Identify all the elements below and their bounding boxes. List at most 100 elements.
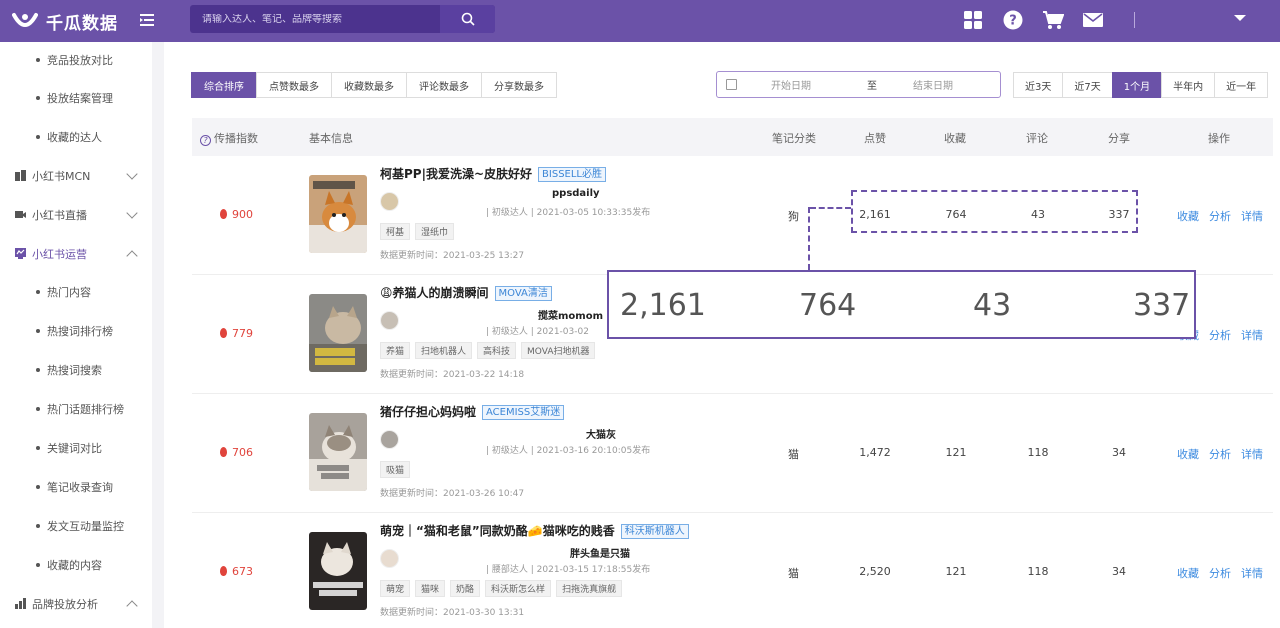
sidebar-item-saved-kols[interactable]: 收藏的达人 [0,117,152,156]
detail-link[interactable]: 详情 [1241,327,1263,343]
avatar[interactable] [380,311,399,330]
tab-sort-likes[interactable]: 点赞数最多 [256,72,332,98]
favorites-count: 121 [945,565,967,578]
note-title[interactable]: 萌宠｜“猫和老鼠”同款奶酪🧀猫咪吃的贱香 科沃斯机器人 [380,522,689,539]
tab-sort-comments[interactable]: 评论数最多 [406,72,482,98]
sidebar-item-note-index[interactable]: 笔记收录查询 [0,467,152,506]
sidebar-item-campaign-manage[interactable]: 投放结案管理 [0,78,152,117]
flame-icon [220,566,227,576]
date-range-picker[interactable]: 开始日期 至 结束日期 [716,71,1001,98]
author-name[interactable]: 大猫灰 [586,426,616,441]
author-name[interactable]: 胖头鱼是只猫 [570,545,630,560]
analyze-link[interactable]: 分析 [1209,208,1231,224]
zoom-shares: 337 [1133,288,1191,323]
sidebar-item-hot-search-rank[interactable]: 热搜词排行榜 [0,311,152,350]
sidebar-item-hot-content[interactable]: 热门内容 [0,272,152,311]
favorite-link[interactable]: 收藏 [1177,208,1199,224]
note-thumbnail[interactable] [309,294,367,372]
apps-icon[interactable] [962,9,984,31]
sidebar-item-saved-content[interactable]: 收藏的内容 [0,545,152,584]
avatar[interactable] [380,192,399,211]
note-thumbnail[interactable] [309,175,367,253]
analyze-link[interactable]: 分析 [1209,446,1231,462]
header-divider [1134,12,1135,28]
cart-icon[interactable] [1042,9,1064,31]
brand-tag[interactable]: MOVA清洁 [494,286,552,301]
menu-toggle-icon[interactable] [138,11,156,29]
sidebar-item-competitor-compare[interactable]: 竞品投放对比 [0,40,152,79]
search-input[interactable] [190,13,440,25]
detail-link[interactable]: 详情 [1241,208,1263,224]
sidebar-item-interaction-monitor[interactable]: 发文互动量监控 [0,506,152,545]
tag[interactable]: 扫地机器人 [415,342,473,359]
tag[interactable]: 科沃斯怎么样 [485,580,552,597]
sidebar-group-brand-analysis[interactable]: 品牌投放分析 [0,584,152,623]
tab-period-7d[interactable]: 近7天 [1062,72,1113,98]
row-actions: 收藏 分析 详情 [1177,208,1263,224]
note-title[interactable]: 猪仔仔担心妈妈啦 ACEMISS艾斯迷 [380,403,565,420]
sidebar-group-operations[interactable]: 小红书运营 [0,234,152,273]
tag[interactable]: MOVA扫地机器 [521,342,596,359]
detail-link[interactable]: 详情 [1241,565,1263,581]
favorite-link[interactable]: 收藏 [1177,565,1199,581]
sidebar-item-hot-search[interactable]: 热搜词搜索 [0,350,152,389]
tag[interactable]: 湿纸巾 [415,223,455,240]
tag[interactable]: 猫咪 [415,580,446,597]
row-actions: 收藏 分析 详情 [1177,565,1263,581]
shares-count: 34 [1112,565,1126,578]
end-date-input[interactable]: 结束日期 [913,77,953,92]
analyze-link[interactable]: 分析 [1209,565,1231,581]
favorites-count: 121 [945,446,967,459]
chevron-down-icon [126,207,138,219]
sidebar-group-mcn[interactable]: 小红书MCN [0,156,152,195]
tag[interactable]: 柯基 [380,223,411,240]
author-name[interactable]: 搅菜momom [538,307,603,322]
search-button[interactable] [440,5,495,33]
sidebar-item-keyword-compare[interactable]: 关键词对比 [0,428,152,467]
sidebar-item-hot-topic-rank[interactable]: 热门话题排行榜 [0,389,152,428]
tag[interactable]: 扫拖洗真旗舰 [556,580,623,597]
avatar[interactable] [380,549,399,568]
brand-tag[interactable]: 科沃斯机器人 [620,524,689,539]
tag[interactable]: 奶酪 [450,580,481,597]
highlight-box [851,190,1138,233]
tab-period-1y[interactable]: 近一年 [1214,72,1269,98]
brand-tag[interactable]: BISSELL必胜 [538,167,606,182]
tag[interactable]: 吸猫 [380,461,411,478]
header-index[interactable]: ? 传播指数 [200,130,258,146]
tag[interactable]: 养猫 [380,342,411,359]
start-date-input[interactable]: 开始日期 [771,77,851,92]
tab-period-6m[interactable]: 半年内 [1161,72,1216,98]
tag-list: 养猫 扫地机器人 高科技 MOVA扫地机器 [380,342,596,359]
table-row: 673 萌宠｜“猫和老鼠”同款奶酪🧀猫咪吃的贱香 科沃斯机器人 胖头鱼是只猫 | … [192,513,1273,628]
detail-link[interactable]: 详情 [1241,446,1263,462]
avatar[interactable] [380,430,399,449]
tab-sort-shares[interactable]: 分享数最多 [481,72,557,98]
search-icon [461,12,475,26]
tab-sort-overall[interactable]: 综合排序 [191,72,257,98]
mail-icon[interactable] [1082,9,1104,31]
note-title[interactable]: 😩养猫人的崩溃瞬间 MOVA清洁 [380,284,552,301]
help-icon[interactable]: ? [1002,9,1024,31]
header-shares: 分享 [1108,132,1130,145]
tab-period-1m[interactable]: 1个月 [1111,72,1163,98]
tag[interactable]: 萌宠 [380,580,411,597]
row-actions: 收藏 分析 详情 [1177,446,1263,462]
note-thumbnail[interactable] [309,532,367,610]
header-favorites: 收藏 [944,132,966,145]
brand-tag[interactable]: ACEMISS艾斯迷 [482,405,565,420]
sidebar-group-live[interactable]: 小红书直播 [0,195,152,234]
author-name[interactable]: ppsdaily [552,188,600,199]
tag[interactable]: 高科技 [477,342,517,359]
favorite-link[interactable]: 收藏 [1177,446,1199,462]
note-thumbnail[interactable] [309,413,367,491]
analyze-link[interactable]: 分析 [1209,327,1231,343]
header-category: 笔记分类 [772,132,816,145]
logo[interactable]: 千瓜数据 [12,9,190,34]
flame-icon [220,447,227,457]
tab-sort-favorites[interactable]: 收藏数最多 [331,72,407,98]
user-menu-caret-icon[interactable] [1234,15,1246,21]
tab-period-3d[interactable]: 近3天 [1013,72,1064,98]
note-title[interactable]: 柯基PP|我爱洗澡~皮肤好好 BISSELL必胜 [380,165,606,182]
help-circle-icon[interactable]: ? [200,135,211,146]
